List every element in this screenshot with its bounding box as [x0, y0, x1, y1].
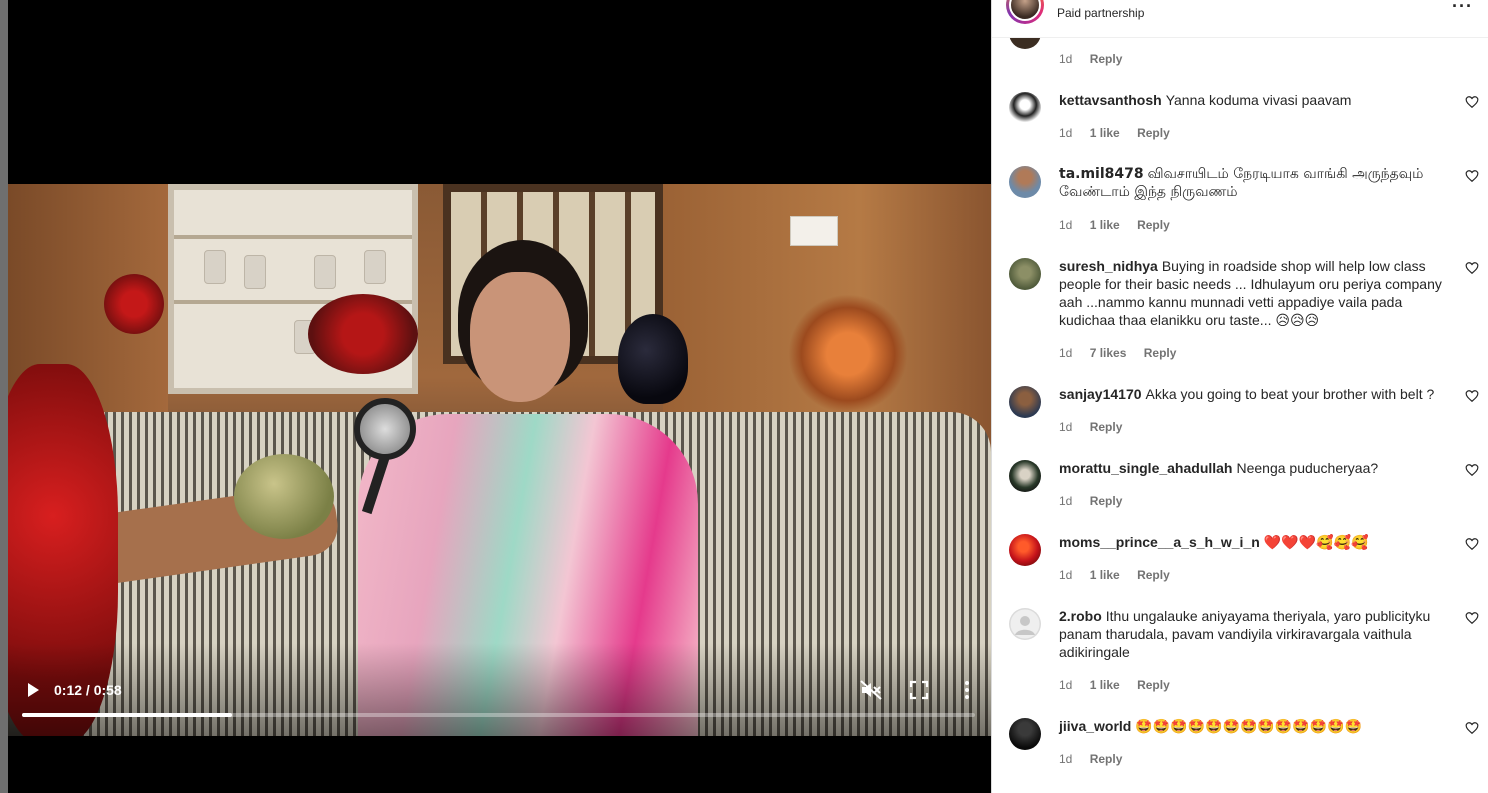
heart-icon[interactable] — [1465, 95, 1479, 109]
controls-overlay — [8, 643, 991, 753]
scene-person-face — [470, 272, 570, 402]
more-options-icon[interactable]: ··· — [1452, 0, 1473, 17]
mute-icon[interactable] — [860, 680, 882, 700]
reply-button[interactable]: Reply — [1090, 52, 1123, 66]
video-progress-bar[interactable] — [22, 713, 975, 717]
avatar[interactable] — [1009, 92, 1041, 124]
comment-meta: 1d Reply — [1059, 420, 1136, 434]
comment-meta: 1d 1 like Reply — [1059, 678, 1184, 692]
likes-count[interactable]: 1 like — [1090, 678, 1120, 692]
avatar[interactable] — [1009, 534, 1041, 566]
likes-count[interactable]: 1 like — [1090, 126, 1120, 140]
comment-username[interactable]: kettavsanthosh — [1059, 92, 1162, 108]
heart-icon[interactable] — [1465, 261, 1479, 275]
reply-button[interactable]: Reply — [1090, 494, 1123, 508]
likes-count[interactable]: 1 like — [1090, 218, 1120, 232]
more-options-icon[interactable] — [956, 679, 978, 701]
comment-username[interactable]: moms__prince__a_s_h_w_i_n — [1059, 534, 1260, 550]
comment-text: Neenga puducheryaa? — [1236, 460, 1379, 476]
play-icon[interactable] — [24, 681, 42, 699]
comment-meta: 1d 1 like Reply — [1059, 218, 1184, 232]
comment-username[interactable]: jiiva_world — [1059, 718, 1131, 734]
reply-button[interactable]: Reply — [1090, 752, 1123, 766]
comment-age: 1d — [1059, 568, 1073, 582]
video-player[interactable]: 0:12 / 0:58 — [8, 0, 991, 793]
scene-vase — [618, 314, 688, 404]
comment-text: ❤️❤️❤️🥰🥰🥰 — [1263, 534, 1369, 550]
comment-age: 1d — [1059, 52, 1073, 66]
comment-age: 1d — [1059, 126, 1073, 140]
post-header: Paid partnership ··· — [992, 0, 1488, 38]
author-avatar[interactable] — [1006, 0, 1044, 24]
avatar[interactable] — [1009, 166, 1041, 198]
comment-text: Akka you going to beat your brother with… — [1145, 386, 1435, 402]
reply-button[interactable]: Reply — [1090, 420, 1123, 434]
comment-username[interactable]: 2.robo — [1059, 608, 1102, 624]
comment-meta: 1d 1 like Reply — [1059, 126, 1184, 140]
comment-username[interactable]: suresh_nidhya — [1059, 258, 1158, 274]
comment-age: 1d — [1059, 752, 1073, 766]
reply-button[interactable]: Reply — [1137, 568, 1170, 582]
default-avatar-icon — [1009, 608, 1041, 640]
scene-coconut — [234, 454, 334, 539]
scene-switch — [790, 216, 838, 246]
heart-icon[interactable] — [1465, 169, 1479, 183]
comment-meta: 1d 7 likes Reply — [1059, 346, 1190, 360]
comment-age: 1d — [1059, 218, 1073, 232]
comment-age: 1d — [1059, 494, 1073, 508]
avatar[interactable] — [1009, 608, 1041, 640]
scene-flowers — [788, 294, 908, 414]
comment-meta: 1d 1 like Reply — [1059, 568, 1184, 582]
fullscreen-icon[interactable] — [909, 680, 929, 700]
paid-partnership-label[interactable]: Paid partnership — [1057, 6, 1144, 20]
heart-icon[interactable] — [1465, 611, 1479, 625]
comment-text: 🤩🤩🤩🤩🤩🤩🤩🤩🤩🤩🤩🤩🤩 — [1135, 718, 1362, 734]
avatar[interactable] — [1009, 460, 1041, 492]
window-edge — [0, 0, 8, 793]
scene-magnifier — [354, 398, 416, 460]
scene-flowers — [104, 274, 164, 334]
comment-meta: 1d Reply — [1059, 494, 1136, 508]
avatar[interactable] — [1009, 718, 1041, 750]
likes-count[interactable]: 7 likes — [1090, 346, 1127, 360]
heart-icon[interactable] — [1465, 463, 1479, 477]
scene-flowers — [308, 294, 418, 374]
reply-button[interactable]: Reply — [1144, 346, 1177, 360]
likes-count[interactable]: 1 like — [1090, 568, 1120, 582]
comment-age: 1d — [1059, 346, 1073, 360]
comment-age: 1d — [1059, 420, 1073, 434]
heart-icon[interactable] — [1465, 721, 1479, 735]
video-progress-fill — [22, 713, 232, 717]
comment-username[interactable]: morattu_single_ahadullah — [1059, 460, 1232, 476]
avatar[interactable] — [1009, 386, 1041, 418]
avatar[interactable] — [1009, 258, 1041, 290]
reply-button[interactable]: Reply — [1137, 678, 1170, 692]
reply-button[interactable]: Reply — [1137, 126, 1170, 140]
comment-username[interactable]: sanjay14170 — [1059, 386, 1142, 402]
reply-button[interactable]: Reply — [1137, 218, 1170, 232]
comment-username[interactable]: ta.mil8478 — [1059, 166, 1144, 182]
comment-meta: 1d Reply — [1059, 52, 1136, 66]
video-time: 0:12 / 0:58 — [54, 682, 122, 698]
comment-age: 1d — [1059, 678, 1073, 692]
comment-text: Yanna koduma vivasi paavam — [1165, 92, 1352, 108]
comments-panel[interactable]: Paid partnership ··· 1d Reply kettavsant… — [991, 0, 1488, 793]
heart-icon[interactable] — [1465, 537, 1479, 551]
comment-text: Ithu ungalauke aniyayama theriyala, yaro… — [1059, 608, 1431, 660]
comment-meta: 1d Reply — [1059, 752, 1136, 766]
heart-icon[interactable] — [1465, 389, 1479, 403]
